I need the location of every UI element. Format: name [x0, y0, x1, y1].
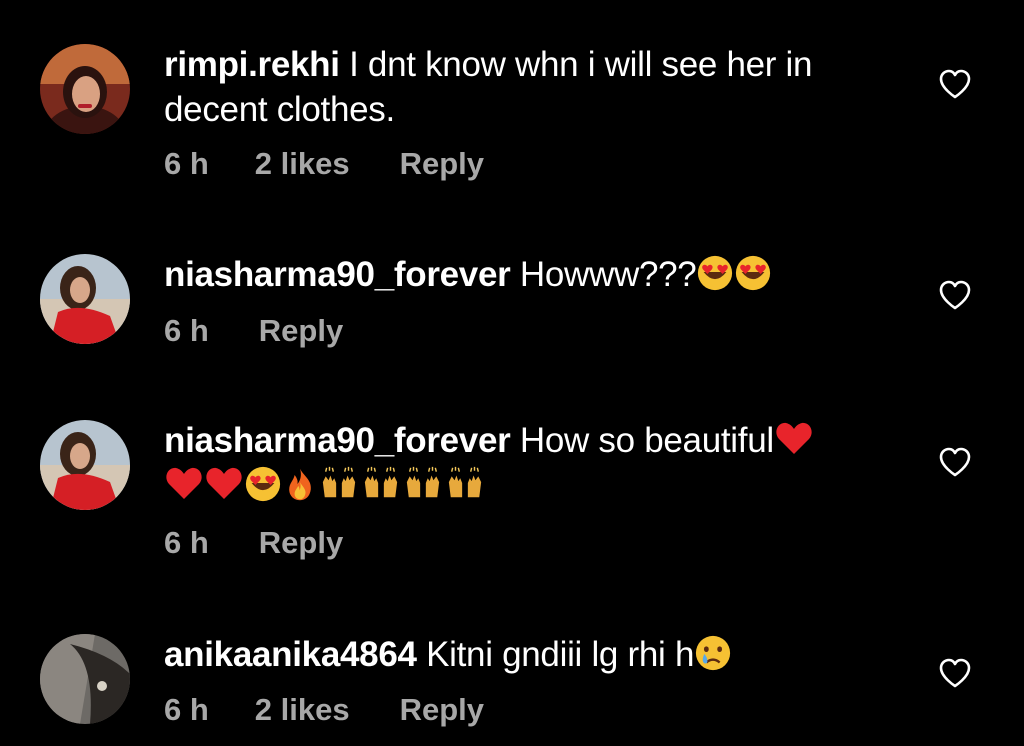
comment-time: 6 h: [164, 146, 209, 181]
comment-time: 6 h: [164, 692, 209, 727]
avatar[interactable]: [40, 420, 130, 510]
heart-eyes-emoji: [696, 254, 734, 292]
comment-meta: 6 h Reply: [164, 525, 343, 561]
comment-username[interactable]: anikaanika4864: [164, 635, 417, 674]
crying-face-emoji: [694, 634, 732, 672]
comment-meta: 6 h Reply: [164, 313, 343, 349]
comment-meta: 6 h 2 likes Reply: [164, 692, 484, 728]
comment-time: 6 h: [164, 313, 209, 348]
heart-outline-icon[interactable]: [938, 446, 972, 478]
heart-outline-icon[interactable]: [938, 68, 972, 100]
reply-button[interactable]: Reply: [259, 525, 343, 561]
avatar[interactable]: [40, 44, 130, 134]
reply-button[interactable]: Reply: [259, 313, 343, 349]
heart-outline-icon[interactable]: [938, 657, 972, 689]
raising-hands-emoji: [444, 465, 486, 503]
heart-eyes-emoji: [734, 254, 772, 292]
comment-username[interactable]: rimpi.rekhi: [164, 45, 340, 84]
comment-text: niasharma90_forever How so beautiful: [164, 418, 884, 508]
red-heart-emoji: [204, 463, 244, 503]
avatar[interactable]: [40, 254, 130, 344]
comment-body: How so beautiful: [510, 421, 774, 460]
raising-hands-emoji: [318, 465, 360, 503]
red-heart-emoji: [774, 418, 814, 458]
reply-button[interactable]: Reply: [400, 146, 484, 182]
reply-button[interactable]: Reply: [400, 692, 484, 728]
comment-time: 6 h: [164, 525, 209, 560]
comment-meta: 6 h 2 likes Reply: [164, 146, 484, 182]
raising-hands-emoji: [360, 465, 402, 503]
avatar[interactable]: [40, 634, 130, 724]
comment-text: rimpi.rekhi I dnt know whn i will see he…: [164, 42, 884, 132]
comment-username[interactable]: niasharma90_forever: [164, 255, 511, 294]
comment-likes[interactable]: 2 likes: [255, 146, 350, 182]
raising-hands-emoji: [402, 465, 444, 503]
comment-text: niasharma90_forever Howww???: [164, 252, 884, 297]
comment-likes[interactable]: 2 likes: [255, 692, 350, 728]
red-heart-emoji: [164, 463, 204, 503]
comment-text: anikaanika4864 Kitni gndiii lg rhi h: [164, 632, 884, 677]
comment-body: Howww???: [510, 255, 697, 294]
heart-outline-icon[interactable]: [938, 279, 972, 311]
comment-username[interactable]: niasharma90_forever: [164, 421, 511, 460]
comment-body: Kitni gndiii lg rhi h: [416, 635, 695, 674]
fire-emoji: [282, 465, 318, 503]
heart-eyes-emoji: [244, 465, 282, 503]
